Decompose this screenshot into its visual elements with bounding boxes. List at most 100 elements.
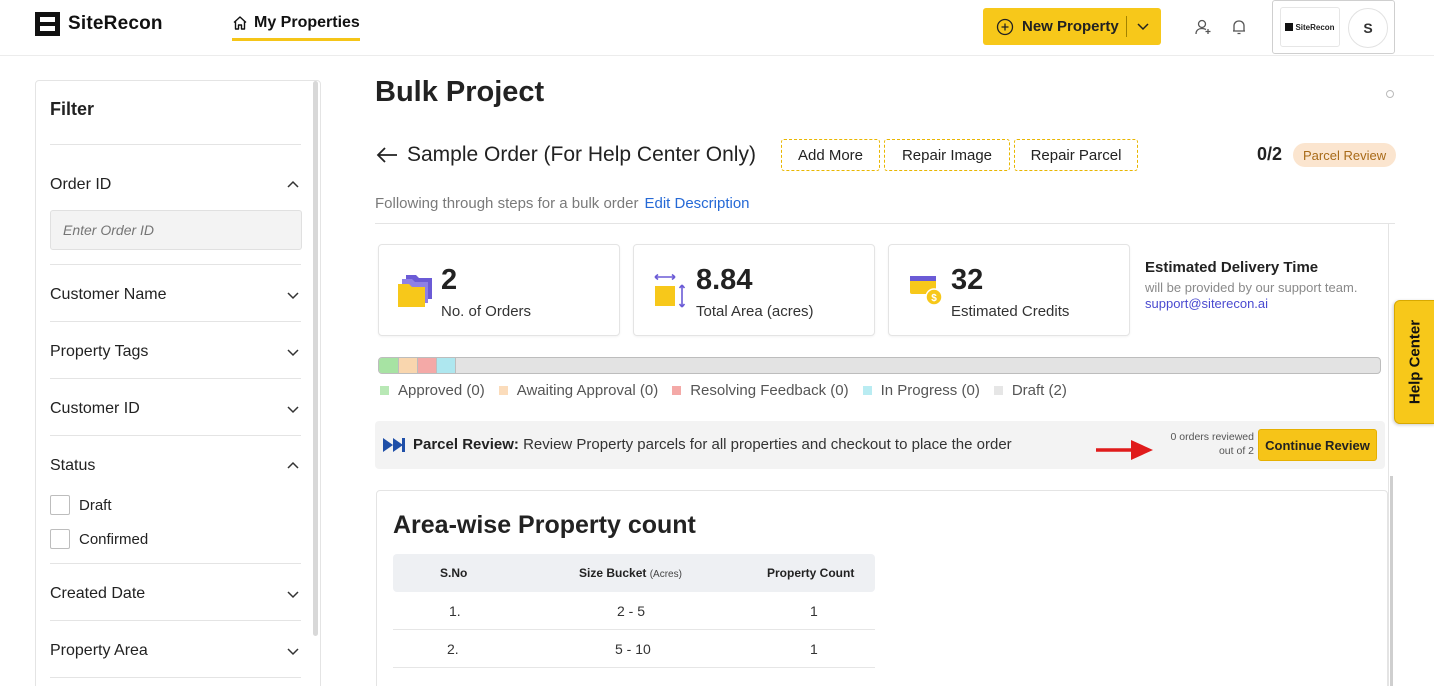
credits-icon: $ xyxy=(910,276,943,306)
column-header-count: Property Count xyxy=(767,566,855,580)
add-more-button[interactable]: Add More xyxy=(781,139,880,171)
review-label: Parcel Review: xyxy=(413,436,519,453)
new-property-label: New Property xyxy=(1022,18,1119,35)
chevron-down-icon xyxy=(287,406,299,414)
order-progress-bar xyxy=(378,357,1381,374)
divider xyxy=(50,378,301,379)
progress-segment-resolving xyxy=(418,358,437,373)
legend-swatch xyxy=(380,386,389,395)
user-add-icon[interactable] xyxy=(1194,18,1212,36)
filter-order-id[interactable]: Order ID xyxy=(50,173,301,197)
account-menu[interactable]: SiteRecon S xyxy=(1272,0,1395,54)
delivery-title: Estimated Delivery Time xyxy=(1145,259,1319,276)
stat-card-area: 8.84 Total Area (acres) xyxy=(633,244,875,336)
column-header-size-text: Size Bucket xyxy=(579,566,647,580)
order-id-input[interactable] xyxy=(50,210,302,250)
edit-description-link[interactable]: Edit Description xyxy=(644,195,749,212)
filter-property-tags[interactable]: Property Tags xyxy=(50,340,301,364)
reviewed-count-line: out of 2 xyxy=(1218,445,1254,457)
stat-value: 32 xyxy=(951,264,984,296)
review-text: Review Property parcels for all properti… xyxy=(523,436,1012,453)
home-icon xyxy=(233,16,247,30)
logo-mark-icon xyxy=(35,12,60,36)
nav-tab-my-properties[interactable]: My Properties xyxy=(232,14,360,41)
help-center-tab[interactable]: Help Center xyxy=(1394,300,1434,424)
page-title: Bulk Project xyxy=(375,76,545,108)
legend-item: Resolving Feedback (0) xyxy=(672,382,849,399)
app-logo[interactable]: SiteRecon xyxy=(35,12,163,36)
chevron-down-icon xyxy=(287,648,299,656)
legend-item: Approved (0) xyxy=(380,382,485,399)
company-name: SiteRecon xyxy=(1295,22,1335,32)
repair-parcel-button[interactable]: Repair Parcel xyxy=(1014,139,1138,171)
red-arrow-icon xyxy=(1096,440,1153,460)
cell-sno: 1. xyxy=(449,603,461,619)
fast-forward-icon xyxy=(383,438,405,452)
filter-customer-id[interactable]: Customer ID xyxy=(50,397,301,421)
filter-label: Created Date xyxy=(50,585,146,602)
filter-label: Property Tags xyxy=(50,343,149,360)
legend-item: Awaiting Approval (0) xyxy=(498,382,658,399)
reviewed-count-line: 0 orders reviewed xyxy=(1170,431,1254,443)
description-text: Following through steps for a bulk order xyxy=(375,195,639,212)
delivery-description: will be provided by our support team. su… xyxy=(1145,280,1385,312)
filter-label: Customer ID xyxy=(50,400,140,417)
section-title: Area-wise Property count xyxy=(393,511,696,539)
filter-label: Customer Name xyxy=(50,286,167,303)
progress-segment-in-progress xyxy=(437,358,456,373)
stat-value: 8.84 xyxy=(696,264,753,296)
bell-icon[interactable] xyxy=(1230,18,1248,36)
legend-item: In Progress (0) xyxy=(862,382,980,399)
column-header-unit: (Acres) xyxy=(649,569,682,580)
status-dot-icon xyxy=(1386,90,1394,98)
scroll-thumb[interactable] xyxy=(1390,476,1393,686)
cell-size: 5 - 10 xyxy=(615,641,651,657)
chevron-down-icon[interactable] xyxy=(1135,18,1151,34)
support-email-link[interactable]: support@siterecon.ai xyxy=(1145,296,1268,311)
progress-segment-approved xyxy=(379,358,399,373)
plus-circle-icon xyxy=(996,18,1014,35)
continue-review-button[interactable]: Continue Review xyxy=(1258,429,1377,461)
logo-mark-icon xyxy=(1285,23,1294,31)
back-arrow-icon[interactable] xyxy=(376,146,398,164)
filter-status[interactable]: Status xyxy=(50,454,301,478)
avatar[interactable]: S xyxy=(1348,8,1388,48)
stat-label: Estimated Credits xyxy=(951,303,1070,320)
filter-label: Status xyxy=(50,457,96,474)
stat-card-credits: $ 32 Estimated Credits xyxy=(888,244,1130,336)
status-option-draft[interactable]: Draft xyxy=(50,495,112,515)
filter-panel: Filter Order ID Customer Name Property T… xyxy=(35,80,321,686)
button-separator xyxy=(1126,16,1127,37)
status-option-confirmed[interactable]: Confirmed xyxy=(50,529,148,549)
filter-customer-name[interactable]: Customer Name xyxy=(50,283,301,307)
chevron-up-icon xyxy=(287,461,299,469)
legend-label: Resolving Feedback (0) xyxy=(690,382,849,399)
repair-image-button[interactable]: Repair Image xyxy=(884,139,1010,171)
checkbox-label: Draft xyxy=(79,496,112,514)
help-center-label: Help Center xyxy=(1406,319,1424,405)
progress-legend: Approved (0) Awaiting Approval (0) Resol… xyxy=(380,382,1067,399)
svg-text:$: $ xyxy=(931,293,937,304)
chevron-down-icon xyxy=(287,591,299,599)
filter-created-date[interactable]: Created Date xyxy=(50,582,301,606)
nav-tab-label: My Properties xyxy=(254,14,360,31)
checkbox[interactable] xyxy=(50,495,70,515)
stat-label: No. of Orders xyxy=(441,303,532,320)
legend-swatch xyxy=(498,386,508,395)
new-property-button[interactable]: New Property xyxy=(983,8,1161,45)
status-badge: Parcel Review xyxy=(1293,143,1397,167)
divider xyxy=(50,620,301,621)
legend-swatch xyxy=(862,386,872,395)
main-scrollbar[interactable] xyxy=(1388,224,1394,686)
cell-size: 2 - 5 xyxy=(617,603,646,619)
cell-sno: 2. xyxy=(447,641,459,657)
filter-property-area[interactable]: Property Area xyxy=(50,639,301,663)
review-count: 0/2 xyxy=(1257,144,1283,164)
checkbox[interactable] xyxy=(50,529,70,549)
divider xyxy=(50,435,301,436)
filter-scrollbar[interactable] xyxy=(313,81,318,636)
legend-swatch xyxy=(993,386,1003,395)
divider xyxy=(50,677,301,678)
filter-label: Order ID xyxy=(50,176,112,193)
filter-title: Filter xyxy=(50,99,95,119)
